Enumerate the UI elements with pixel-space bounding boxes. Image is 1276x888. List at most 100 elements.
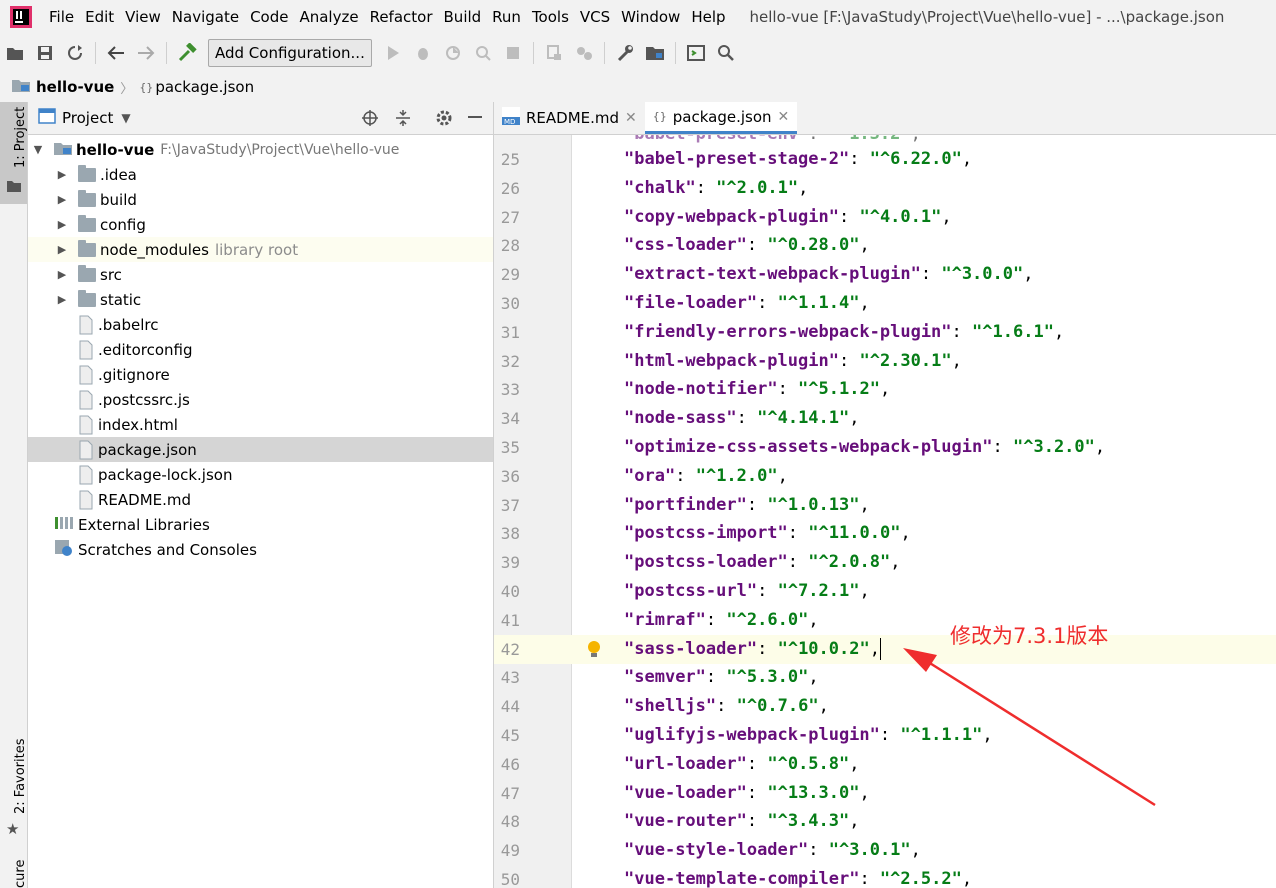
folder-icon (78, 164, 96, 182)
structure-tool-label[interactable]: cure (13, 860, 28, 888)
chevron-right-icon[interactable]: ▶ (54, 268, 70, 281)
json-value: ^1.1.1 (910, 725, 973, 745)
breadcrumb-project[interactable]: hello-vue (36, 78, 114, 96)
tree-item[interactable]: .editorconfig (28, 337, 493, 362)
build-hammer-icon[interactable] (172, 38, 202, 68)
tree-item-scratches[interactable]: Scratches and Consoles (28, 537, 493, 562)
code-area[interactable]: "babel-preset-env": "^1.3.2", 25"babel-p… (494, 135, 1276, 888)
menu-vcs[interactable]: VCS (575, 8, 616, 26)
json-key: postcss-import (634, 523, 778, 544)
json-value: ^3.4.3 (777, 811, 840, 832)
tree-item-label: node_modules (100, 240, 209, 259)
project-structure-icon[interactable] (640, 38, 670, 68)
services-icon[interactable] (569, 38, 599, 68)
editor-tab-bar: MD README.md ✕ {} package.json ✕ (494, 102, 1276, 135)
json-key: friendly-errors-webpack-plugin (634, 321, 942, 342)
chevron-down-icon[interactable]: ▼ (30, 143, 46, 156)
gear-icon[interactable] (433, 107, 455, 129)
tree-item[interactable]: ▶ build (28, 187, 493, 212)
run-icon[interactable] (378, 38, 408, 68)
search-icon[interactable] (711, 38, 741, 68)
chevron-right-icon[interactable]: ▶ (54, 218, 70, 231)
tree-item-label: .babelrc (98, 315, 159, 334)
tree-item-label: External Libraries (78, 515, 210, 534)
forward-arrow-icon[interactable] (131, 38, 161, 68)
editor: MD README.md ✕ {} package.json ✕ "babel-… (494, 102, 1276, 888)
json-file-icon: {} (139, 80, 154, 94)
close-icon[interactable]: ✕ (778, 109, 790, 125)
menu-help[interactable]: Help (686, 8, 731, 26)
project-panel-title[interactable]: Project (62, 109, 113, 127)
code-text: "html-webpack-plugin": "^2.30.1", (624, 350, 962, 371)
left-tool-stripe: 1: Project 2: Favorites ★ cure (0, 102, 28, 888)
dropdown-caret-icon[interactable]: ▼ (121, 111, 130, 125)
chevron-right-icon[interactable]: ▶ (54, 243, 70, 256)
code-text: "copy-webpack-plugin": "^4.0.1", (624, 206, 952, 227)
code-text: "vue-template-compiler": "^2.5.2", (624, 869, 973, 888)
menu-build[interactable]: Build (439, 8, 488, 26)
project-tool-button[interactable]: 1: Project (0, 102, 28, 204)
intellij-logo-icon (10, 6, 32, 28)
tree-item[interactable]: ▶ config (28, 212, 493, 237)
favorites-tool-button[interactable]: 2: Favorites ★ (0, 738, 28, 846)
tab-readme[interactable]: MD README.md ✕ (494, 102, 645, 134)
tree-item[interactable]: ▶ src (28, 262, 493, 287)
profile-icon[interactable] (468, 38, 498, 68)
menu-run[interactable]: Run (487, 8, 527, 26)
open-folder-icon[interactable] (0, 38, 30, 68)
terminal-window-icon[interactable] (681, 38, 711, 68)
tab-package-json[interactable]: {} package.json ✕ (644, 102, 798, 134)
tree-item[interactable]: README.md (28, 487, 493, 512)
file-icon (78, 490, 94, 510)
save-all-icon[interactable] (30, 38, 60, 68)
tree-item[interactable]: .babelrc (28, 312, 493, 337)
menu-analyze[interactable]: Analyze (294, 8, 364, 26)
menu-navigate[interactable]: Navigate (167, 8, 245, 26)
menu-window[interactable]: Window (616, 8, 686, 26)
hide-panel-icon[interactable] (464, 107, 486, 129)
debug-icon[interactable] (408, 38, 438, 68)
menu-file[interactable]: File (44, 8, 80, 26)
menu-code[interactable]: Code (245, 8, 294, 26)
tree-item[interactable]: index.html (28, 412, 493, 437)
tree-item[interactable]: package-lock.json (28, 462, 493, 487)
collapse-all-icon[interactable] (392, 107, 414, 129)
tree-root[interactable]: ▼ hello-vue F:\JavaStudy\Project\Vue\hel… (28, 137, 493, 162)
tree-item-label: package-lock.json (98, 465, 233, 484)
tree-item[interactable]: ▶ node_modules library root (28, 237, 493, 262)
tree-item[interactable]: .postcssrc.js (28, 387, 493, 412)
chevron-right-icon[interactable]: ▶ (54, 193, 70, 206)
code-line: 29 "extract-text-webpack-plugin": "^3.0.0… (494, 260, 1276, 289)
menu-refactor[interactable]: Refactor (365, 8, 439, 26)
lightbulb-icon[interactable] (587, 640, 601, 658)
code-line: 34 "node-sass": "^4.14.1", (494, 404, 1276, 433)
back-arrow-icon[interactable] (101, 38, 131, 68)
chevron-right-icon[interactable]: ▶ (54, 168, 70, 181)
tree-item-external-libraries[interactable]: External Libraries (28, 512, 493, 537)
toolbar-separator (674, 42, 676, 64)
menu-tools[interactable]: Tools (527, 8, 575, 26)
add-configuration-button[interactable]: Add Configuration... (208, 39, 372, 67)
stop-icon[interactable] (498, 38, 528, 68)
project-view-icon (38, 108, 56, 128)
tree-item[interactable]: ▶ .idea (28, 162, 493, 187)
close-icon[interactable]: ✕ (625, 110, 637, 126)
tree-item-label: README.md (98, 490, 192, 509)
project-tree: ▼ hello-vue F:\JavaStudy\Project\Vue\hel… (28, 135, 493, 562)
menu-edit[interactable]: Edit (80, 8, 120, 26)
json-value: ^1.0.13 (777, 494, 850, 515)
sync-icon[interactable] (60, 38, 90, 68)
breadcrumb-file[interactable]: package.json (155, 78, 254, 96)
attach-icon[interactable] (539, 38, 569, 68)
chevron-right-icon[interactable]: ▶ (54, 293, 70, 306)
coverage-icon[interactable] (438, 38, 468, 68)
json-key: optimize-css-assets-webpack-plugin (634, 437, 983, 457)
tree-item[interactable]: ▶ static (28, 287, 493, 312)
tree-item[interactable]: .gitignore (28, 362, 493, 387)
code-text: "extract-text-webpack-plugin": "^3.0.0", (624, 264, 1034, 285)
tree-item[interactable]: package.json (28, 437, 493, 462)
code-text: "optimize-css-assets-webpack-plugin": "^… (624, 437, 1106, 457)
settings-wrench-icon[interactable] (610, 38, 640, 68)
menu-view[interactable]: View (120, 8, 167, 26)
locate-target-icon[interactable] (359, 107, 381, 129)
